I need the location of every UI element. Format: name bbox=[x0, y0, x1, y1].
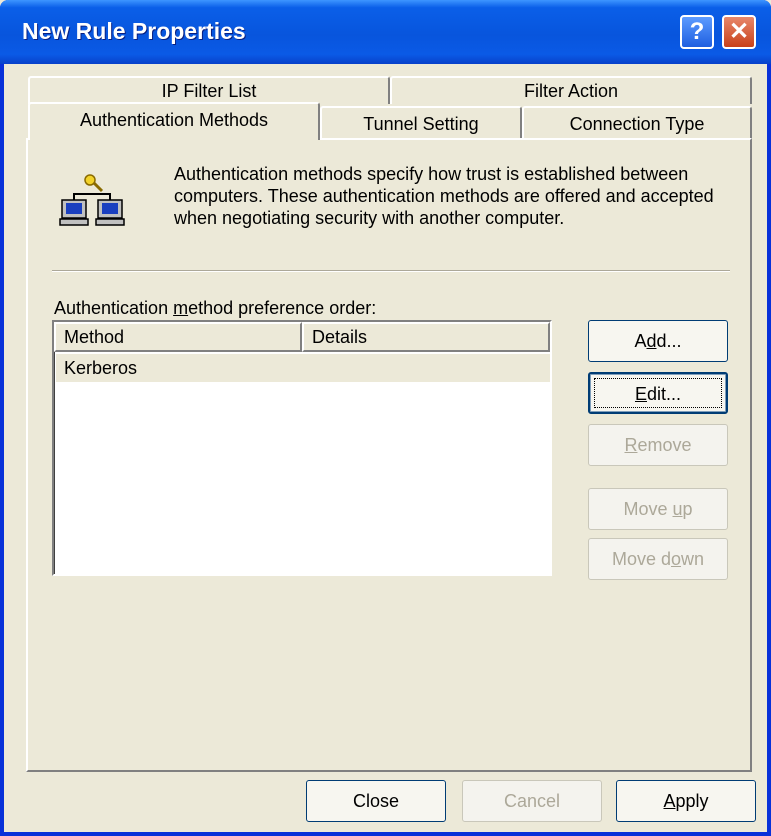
button-mnemonic: A bbox=[663, 791, 676, 811]
column-header-method[interactable]: Method bbox=[54, 322, 302, 352]
tab-connection-type[interactable]: Connection Type bbox=[522, 106, 752, 138]
remove-button[interactable]: Remove bbox=[588, 424, 728, 466]
list-label: Authentication method preference order: bbox=[54, 298, 376, 319]
close-window-button[interactable]: ✕ bbox=[722, 15, 756, 49]
description-text: Authentication methods specify how trust… bbox=[174, 164, 714, 228]
help-button[interactable]: ? bbox=[680, 15, 714, 49]
column-header-label: Method bbox=[64, 327, 125, 347]
button-label: wn bbox=[681, 549, 705, 569]
add-button[interactable]: Add... bbox=[588, 320, 728, 362]
close-icon: ✕ bbox=[728, 18, 750, 45]
move-down-button[interactable]: Move down bbox=[588, 538, 728, 580]
column-header-details[interactable]: Details bbox=[302, 322, 550, 352]
tab-filter-action[interactable]: Filter Action bbox=[390, 76, 752, 104]
column-header-label: Details bbox=[312, 327, 368, 347]
button-label: Cancel bbox=[503, 791, 561, 811]
button-mnemonic: R bbox=[624, 435, 638, 455]
tab-label: Connection Type bbox=[569, 114, 705, 134]
tab-label: Authentication Methods bbox=[79, 110, 269, 130]
close-button[interactable]: Close bbox=[306, 780, 446, 822]
cancel-button[interactable]: Cancel bbox=[462, 780, 602, 822]
button-label: d... bbox=[656, 331, 682, 351]
tab-label: IP Filter List bbox=[161, 81, 257, 101]
tab-ip-filter-list[interactable]: IP Filter List bbox=[28, 76, 390, 104]
button-label: p bbox=[682, 499, 693, 519]
button-label: Move d bbox=[611, 549, 671, 569]
tab-tunnel-setting[interactable]: Tunnel Setting bbox=[320, 106, 522, 138]
apply-button[interactable]: Apply bbox=[616, 780, 756, 822]
edit-button[interactable]: Edit... bbox=[588, 372, 728, 414]
button-mnemonic: u bbox=[672, 499, 683, 519]
list-label-part: Authentication bbox=[54, 298, 174, 318]
network-key-icon bbox=[59, 174, 125, 226]
tab-authentication-methods[interactable]: Authentication Methods bbox=[28, 102, 320, 140]
title-bar[interactable]: New Rule Properties ? ✕ bbox=[0, 0, 771, 64]
button-label: Close bbox=[352, 791, 400, 811]
button-mnemonic: d bbox=[646, 331, 657, 351]
authentication-methods-list[interactable]: Method Details Kerberos bbox=[52, 320, 552, 576]
list-item[interactable]: Kerberos bbox=[56, 354, 550, 382]
window-title: New Rule Properties bbox=[22, 18, 246, 44]
list-label-part: ethod preference order: bbox=[188, 298, 377, 318]
tab-label: Tunnel Setting bbox=[363, 114, 479, 134]
button-mnemonic: o bbox=[671, 549, 682, 569]
move-up-button[interactable]: Move up bbox=[588, 488, 728, 530]
tab-label: Filter Action bbox=[523, 81, 619, 101]
separator bbox=[52, 270, 730, 272]
button-label: emove bbox=[637, 435, 692, 455]
button-label: A bbox=[634, 331, 647, 351]
focus-rectangle bbox=[594, 378, 722, 408]
list-label-mnemonic: m bbox=[173, 298, 189, 318]
help-icon: ? bbox=[689, 18, 705, 45]
button-label: Move bbox=[623, 499, 673, 519]
button-label: pply bbox=[675, 791, 709, 811]
method-cell: Kerberos bbox=[64, 358, 138, 378]
